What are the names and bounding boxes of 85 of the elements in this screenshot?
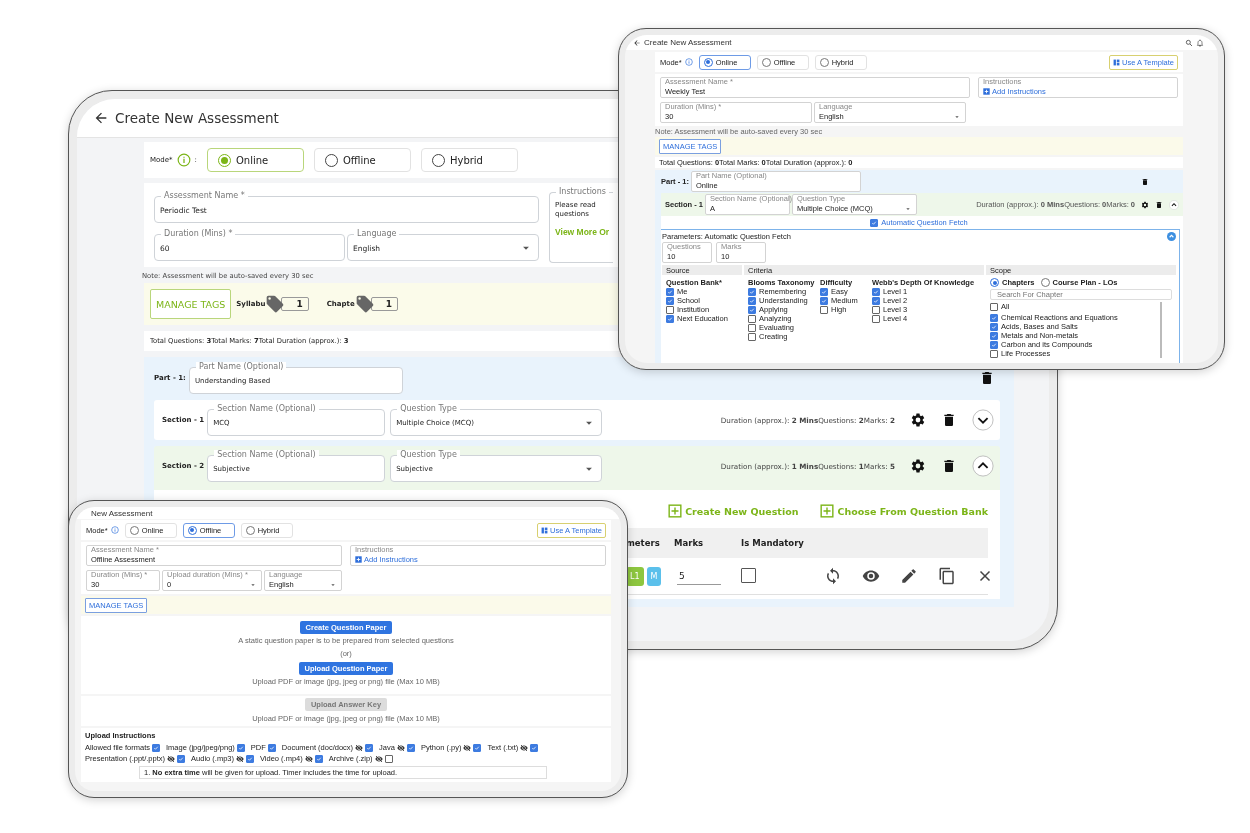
eye-icon[interactable] [862,567,880,585]
copy-icon[interactable] [938,567,956,585]
checkbox[interactable] [820,305,828,314]
chevron-icon[interactable] [1169,199,1179,210]
plus-icon [355,556,362,563]
checkbox[interactable] [177,754,186,763]
eye-off-icon[interactable] [374,754,383,763]
checkbox[interactable] [473,743,482,752]
trash-icon[interactable] [1141,177,1149,186]
checkbox[interactable] [990,340,998,349]
checkbox[interactable] [741,567,756,583]
checkbox[interactable] [872,314,880,323]
mode-option[interactable]: Online [206,148,304,172]
checkbox[interactable] [872,287,880,296]
settings-icon[interactable] [1141,200,1149,209]
checkbox[interactable] [314,754,323,763]
checkbox[interactable] [990,322,998,331]
collapse-icon[interactable] [1167,232,1176,241]
checkbox[interactable] [152,743,161,752]
checkbox[interactable] [666,314,674,323]
trash-icon[interactable] [941,458,957,474]
checkbox[interactable] [748,305,756,314]
checkbox[interactable] [872,296,880,305]
checkbox[interactable] [748,287,756,296]
refresh-icon[interactable] [824,567,842,585]
eye-off-icon[interactable] [520,743,529,752]
plus-icon [668,504,683,518]
edit-icon[interactable] [900,567,918,585]
checkbox[interactable] [365,743,374,752]
checkbox[interactable] [406,743,415,752]
page-title: Create New Assessment [115,110,279,126]
plus-icon [820,504,835,518]
eye-off-icon[interactable] [304,754,313,763]
checkbox[interactable] [748,314,756,323]
column-header: Is Mandatory [741,538,805,548]
bell-icon[interactable] [1196,38,1204,47]
trash-icon[interactable] [1155,200,1163,209]
checkbox[interactable] [666,305,674,314]
eye-off-icon[interactable] [355,743,364,752]
checkbox[interactable] [820,296,828,305]
tag-icon [265,294,286,314]
checkbox[interactable] [748,296,756,305]
settings-icon[interactable] [910,412,926,428]
checkbox[interactable] [990,349,998,358]
checkbox[interactable] [820,287,828,296]
level-chip: M [646,566,662,586]
checkbox[interactable] [246,754,254,763]
template-icon [541,526,548,534]
eye-off-icon[interactable] [236,754,244,763]
search-icon[interactable] [1185,38,1193,47]
checkbox[interactable] [990,302,998,311]
checkbox[interactable] [748,323,756,332]
tag-icon [354,294,375,314]
radio-button[interactable] [990,278,999,287]
back-arrow-icon[interactable] [93,110,109,126]
column-header: Marks [674,538,705,548]
trash-icon[interactable] [979,370,995,386]
eye-off-icon[interactable] [396,743,405,752]
mode-option[interactable]: Offline [313,148,411,172]
checkbox[interactable] [870,218,879,227]
checkbox[interactable] [748,332,756,341]
eye-off-icon[interactable] [463,743,472,752]
trash-icon[interactable] [941,412,957,428]
checkbox[interactable] [666,296,674,305]
checkbox[interactable] [872,305,880,314]
checkbox[interactable] [666,287,674,296]
mode-option[interactable]: Hybrid [420,148,518,172]
eye-off-icon[interactable] [167,754,176,763]
checkbox[interactable] [267,743,276,752]
settings-icon[interactable] [910,458,926,474]
page-title: New Assessment [91,508,153,518]
checkbox[interactable] [990,313,998,322]
chevron-icon[interactable] [972,455,994,477]
page-title: Create New Assessment [644,38,732,47]
checkbox[interactable] [236,743,245,752]
tag-count: 1 [370,297,398,311]
template-icon [1113,58,1120,66]
plus-icon [983,88,990,95]
checkbox[interactable] [384,754,393,763]
chevron-icon[interactable] [972,409,994,431]
marks-field[interactable]: 5 [677,567,721,585]
checkbox[interactable] [530,743,539,752]
tag-count: 1 [281,297,309,311]
checkbox[interactable] [990,331,998,340]
radio-button[interactable] [1040,278,1050,287]
